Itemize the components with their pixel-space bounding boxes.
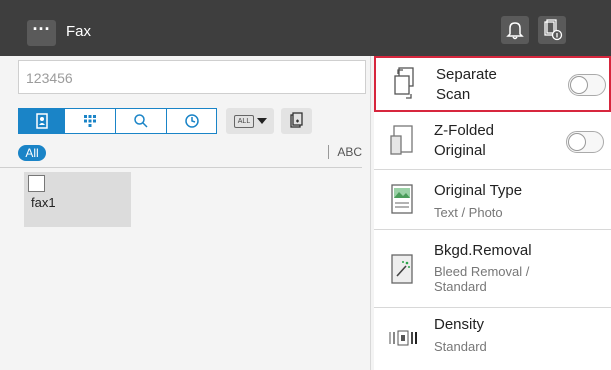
app-title: Fax bbox=[66, 23, 92, 40]
density-value: Standard bbox=[434, 339, 487, 354]
density-label: Density bbox=[434, 316, 485, 333]
bell-icon bbox=[506, 22, 524, 40]
search-icon bbox=[134, 114, 148, 128]
original-type-label: Original Type bbox=[434, 182, 523, 199]
keypad-icon bbox=[84, 115, 96, 127]
caret-down-icon bbox=[257, 118, 267, 124]
clock-icon bbox=[184, 114, 199, 128]
settings-pane: Separate Scan Z-Folded Original Original… bbox=[374, 56, 611, 370]
address-tabs: ALL bbox=[18, 108, 378, 134]
index-select[interactable]: ALL bbox=[226, 108, 274, 134]
bkgd-removal-label: Bkgd.Removal bbox=[434, 242, 532, 259]
toggle-knob bbox=[568, 133, 586, 151]
job-status-button[interactable] bbox=[538, 16, 566, 44]
address-item[interactable]: fax1 bbox=[24, 172, 131, 227]
bkgd-removal-value-line2: Standard bbox=[434, 279, 487, 294]
setting-separate-scan[interactable]: Separate Scan bbox=[374, 56, 611, 112]
setting-bkgd-removal[interactable]: Bkgd.Removal Bleed Removal / Standard bbox=[374, 230, 611, 308]
bkgd-removal-value-line1: Bleed Removal / bbox=[434, 264, 530, 279]
z-folded-toggle[interactable] bbox=[566, 131, 604, 153]
z-folded-icon bbox=[390, 125, 413, 155]
separate-scan-icon bbox=[394, 67, 414, 99]
tab-direct-input[interactable] bbox=[64, 108, 116, 134]
original-type-icon bbox=[391, 184, 413, 214]
add-address-icon bbox=[290, 112, 303, 128]
index-all-chip[interactable]: All bbox=[18, 145, 46, 161]
density-icon bbox=[389, 330, 417, 346]
separate-scan-label-line1: Separate bbox=[436, 66, 497, 83]
separate-scan-toggle[interactable] bbox=[568, 74, 606, 96]
destination-input[interactable]: 123456 bbox=[18, 60, 366, 94]
address-name: fax1 bbox=[31, 195, 56, 210]
address-pane: 123456 ALL All ABC fax1 bbox=[0, 56, 368, 370]
register-destination-button[interactable] bbox=[281, 108, 312, 134]
separate-scan-label-line2: Scan bbox=[436, 86, 471, 103]
pane-divider bbox=[370, 56, 371, 370]
top-bar: ··· Fax bbox=[0, 0, 611, 56]
tab-search[interactable] bbox=[115, 108, 167, 134]
original-type-value: Text / Photo bbox=[434, 205, 503, 220]
index-row: All ABC bbox=[18, 142, 362, 162]
job-info-icon bbox=[544, 19, 563, 41]
background-removal-icon bbox=[391, 254, 413, 284]
setting-z-folded-original[interactable]: Z-Folded Original bbox=[374, 114, 611, 170]
z-folded-label-line1: Z-Folded bbox=[434, 122, 495, 139]
address-book-icon bbox=[35, 113, 48, 129]
divider bbox=[0, 167, 362, 168]
setting-original-type[interactable]: Original Type Text / Photo bbox=[374, 170, 611, 230]
all-index-icon: ALL bbox=[234, 115, 254, 128]
index-abc[interactable]: ABC bbox=[328, 145, 362, 159]
address-checkbox[interactable] bbox=[28, 175, 45, 192]
setting-density[interactable]: Density Standard bbox=[374, 308, 611, 370]
menu-button[interactable]: ··· bbox=[27, 20, 56, 46]
notification-bell-button[interactable] bbox=[501, 16, 529, 44]
toggle-knob bbox=[570, 76, 588, 94]
tab-address-book[interactable] bbox=[18, 108, 65, 134]
z-folded-label-line2: Original bbox=[434, 142, 486, 159]
tab-job-history[interactable] bbox=[166, 108, 217, 134]
